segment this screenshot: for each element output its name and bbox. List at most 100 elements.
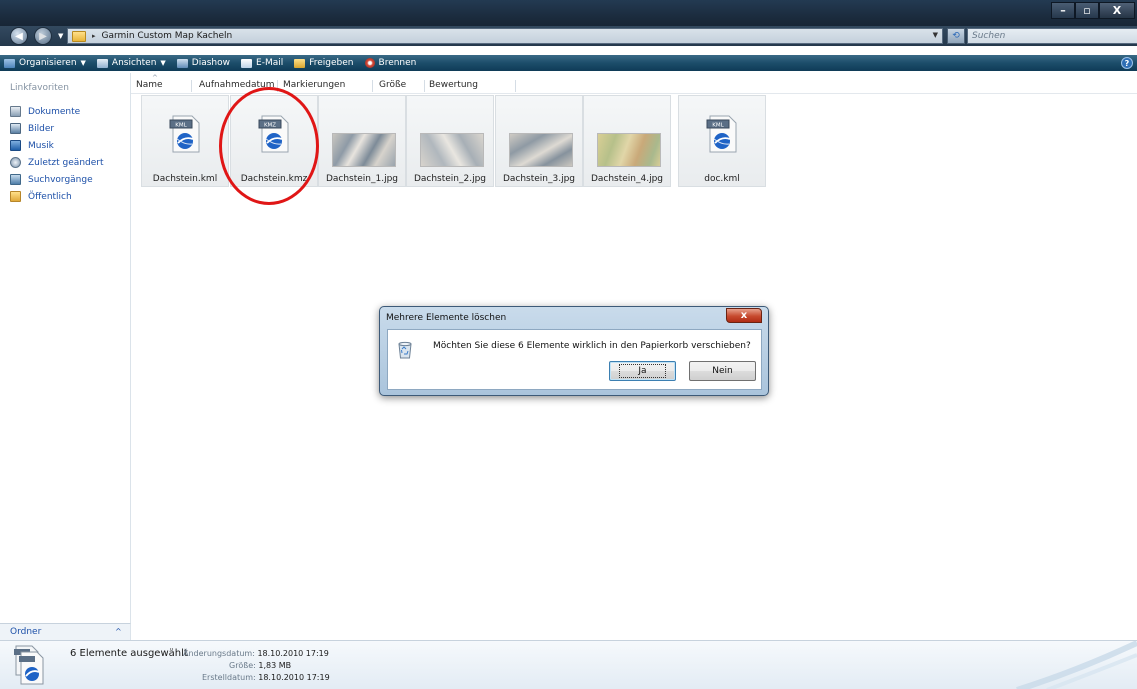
slideshow-button[interactable]: Diashow — [176, 58, 231, 68]
organize-label: Organisieren — [19, 58, 77, 68]
no-button[interactable]: Nein — [689, 361, 756, 381]
dialog-message: Möchten Sie diese 6 Elemente wirklich in… — [433, 341, 751, 351]
column-separator[interactable] — [424, 80, 425, 92]
selection-count: 6 Elemente ausgewählt — [70, 648, 188, 659]
delete-confirmation-dialog: Mehrere Elemente löschen x Möchten Sie d… — [379, 306, 769, 396]
file-item[interactable]: Dachstein_3.jpg — [495, 95, 583, 187]
folder-icon — [72, 30, 86, 42]
size-value: 1,83 MB — [258, 661, 292, 670]
created-value: 18.10.2010 17:19 — [258, 673, 330, 682]
sidebar-item-searches[interactable]: Suchvorgänge — [10, 171, 104, 188]
sidebar-item-pictures[interactable]: Bilder — [10, 120, 104, 137]
size-label: Größe: — [229, 661, 256, 670]
share-label: Freigeben — [309, 58, 354, 68]
folders-toggle[interactable]: Ordner ^ — [0, 623, 131, 640]
search-input[interactable]: Suchen ⌕ — [967, 28, 1137, 44]
forward-button[interactable]: ▶ — [34, 27, 52, 45]
public-folder-icon — [10, 191, 21, 202]
file-item[interactable]: Dachstein_1.jpg — [318, 95, 406, 187]
organize-icon — [4, 58, 15, 68]
sidebar-item-recent[interactable]: Zuletzt geändert — [10, 154, 104, 171]
share-button[interactable]: Freigeben — [294, 58, 354, 68]
chevron-down-icon: ▼ — [80, 59, 86, 67]
slideshow-label: Diashow — [191, 58, 231, 68]
size-row: Größe: 1,83 MB — [229, 661, 291, 670]
modified-value: 18.10.2010 17:19 — [257, 649, 329, 658]
sort-ascending-icon: ^ — [152, 74, 158, 82]
breadcrumb-folder[interactable]: Garmin Custom Map Kacheln — [102, 31, 233, 41]
column-rating[interactable]: Bewertung — [429, 80, 478, 90]
kmz-file-icon: KMZ — [258, 115, 289, 153]
views-label: Ansichten — [111, 58, 157, 68]
no-button-label: Nein — [712, 366, 733, 376]
file-item[interactable]: Dachstein_2.jpg — [406, 95, 494, 187]
sidebar-item-label: Bilder — [28, 123, 55, 134]
column-separator[interactable] — [191, 80, 192, 92]
searches-icon — [10, 174, 21, 185]
created-row: Erstelldatum: 18.10.2010 17:19 — [202, 673, 330, 682]
sidebar-item-label: Öffentlich — [28, 191, 72, 202]
views-button[interactable]: Ansichten ▼ — [96, 58, 166, 68]
maximize-button[interactable]: ▫ — [1075, 2, 1099, 19]
sidebar-item-label: Suchvorgänge — [28, 174, 93, 185]
back-button[interactable]: ◀ — [10, 27, 28, 45]
sidebar-item-label: Zuletzt geändert — [28, 157, 104, 168]
file-name: Dachstein.kmz — [240, 174, 308, 184]
search-placeholder: Suchen — [972, 31, 1006, 41]
file-item[interactable]: KML doc.kml — [678, 95, 766, 187]
image-thumbnail — [420, 133, 484, 167]
slideshow-icon — [176, 58, 188, 68]
sidebar-item-music[interactable]: Musik — [10, 137, 104, 154]
navigation-pane: Linkfavoriten Dokumente Bilder Musik Zul… — [0, 73, 131, 623]
file-name: Dachstein_1.jpg — [325, 174, 399, 184]
email-label: E-Mail — [256, 58, 284, 68]
column-date-taken[interactable]: Aufnahmedatum — [199, 80, 275, 90]
svg-text:KML: KML — [175, 123, 187, 129]
sidebar-item-public[interactable]: Öffentlich — [10, 188, 104, 205]
sidebar-item-label: Musik — [28, 140, 54, 151]
favorites-heading: Linkfavoriten — [10, 83, 69, 93]
column-separator[interactable] — [515, 80, 516, 92]
minimize-button[interactable]: – — [1051, 2, 1075, 19]
close-window-button[interactable]: X — [1099, 2, 1135, 19]
address-dropdown-icon[interactable]: ▼ — [933, 31, 938, 39]
breadcrumb-arrow-icon[interactable]: ▸ — [92, 32, 96, 40]
column-size[interactable]: Größe — [379, 80, 406, 90]
chevron-up-icon: ^ — [115, 627, 122, 636]
yes-button[interactable]: Ja — [609, 361, 676, 381]
favorite-links: Dokumente Bilder Musik Zuletzt geändert … — [10, 103, 104, 205]
command-bar: Organisieren ▼ Ansichten ▼ Diashow E-Mai… — [0, 55, 1137, 71]
dialog-body: Möchten Sie diese 6 Elemente wirklich in… — [387, 329, 762, 390]
column-tags[interactable]: Markierungen — [283, 80, 345, 90]
organize-button[interactable]: Organisieren ▼ — [4, 58, 86, 68]
documents-icon — [10, 106, 21, 117]
file-item[interactable]: Dachstein_4.jpg — [583, 95, 671, 187]
views-icon — [96, 58, 108, 68]
file-name: Dachstein_2.jpg — [413, 174, 487, 184]
yes-button-label: Ja — [619, 364, 666, 378]
address-bar[interactable]: ▸ Garmin Custom Map Kacheln ▼ — [67, 28, 943, 44]
folders-label: Ordner — [10, 627, 42, 637]
image-thumbnail — [332, 133, 396, 167]
window-controls: – ▫ X — [1051, 2, 1135, 19]
sidebar-item-label: Dokumente — [28, 106, 81, 117]
created-label: Erstelldatum: — [202, 673, 256, 682]
refresh-button[interactable]: ⟲ — [947, 28, 965, 44]
column-separator[interactable] — [372, 80, 373, 92]
burn-button[interactable]: Brennen — [364, 58, 416, 68]
share-icon — [294, 58, 306, 68]
column-name[interactable]: Name — [136, 80, 163, 90]
column-separator[interactable] — [277, 80, 278, 92]
burn-icon — [364, 58, 375, 68]
file-item[interactable]: KML Dachstein.kml — [141, 95, 229, 187]
modified-row: Änderungsdatum: 18.10.2010 17:19 — [183, 649, 329, 658]
help-icon[interactable]: ? — [1121, 57, 1133, 69]
sidebar-item-documents[interactable]: Dokumente — [10, 103, 104, 120]
image-thumbnail — [509, 133, 573, 167]
email-button[interactable]: E-Mail — [241, 58, 283, 68]
address-row: ◀ ▶ ▼ ▸ Garmin Custom Map Kacheln ▼ ⟲ Su… — [0, 26, 1137, 46]
recent-pages-dropdown-icon[interactable]: ▼ — [58, 32, 63, 40]
file-item[interactable]: KMZ Dachstein.kmz — [230, 95, 318, 187]
kml-file-icon: KML — [169, 115, 200, 153]
dialog-close-button[interactable]: x — [726, 308, 762, 323]
